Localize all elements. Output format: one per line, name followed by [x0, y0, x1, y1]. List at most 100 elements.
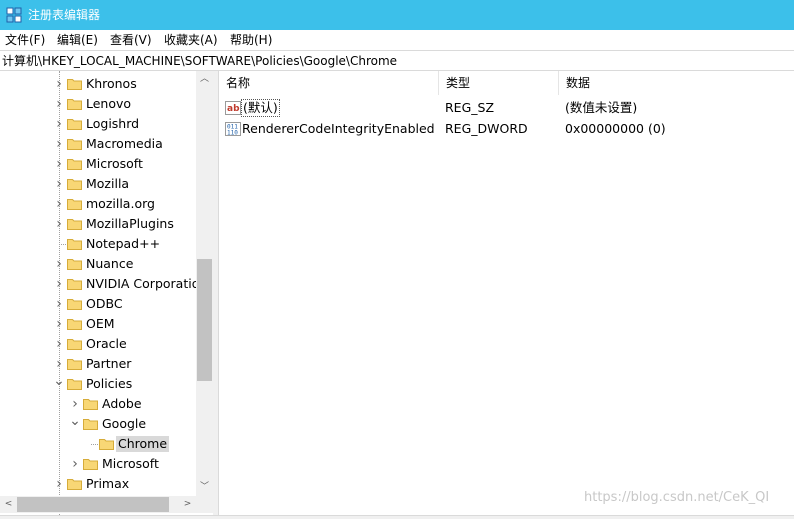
- scroll-thumb-horizontal[interactable]: [17, 497, 169, 512]
- tree-node-label: Partner: [86, 356, 132, 371]
- folder-icon: [83, 457, 98, 470]
- binary-value-icon: 011 110: [225, 122, 241, 137]
- tree-node[interactable]: › Mozilla: [0, 174, 196, 194]
- tree-node[interactable]: › Partner: [0, 354, 196, 374]
- tree-node[interactable]: › ODBC: [0, 294, 196, 314]
- tree-node[interactable]: ⌄ Policies: [0, 374, 196, 394]
- tree-node-label: Nuance: [86, 256, 134, 271]
- value-name[interactable]: RendererCodeIntegrityEnabled: [241, 120, 436, 138]
- chevron-right-icon[interactable]: ›: [53, 297, 65, 311]
- scroll-up-icon[interactable]: ︿: [196, 71, 213, 88]
- chevron-right-icon[interactable]: ›: [53, 337, 65, 351]
- tree-node-label: Macromedia: [86, 136, 163, 151]
- menu-view[interactable]: 查看(V): [108, 31, 154, 49]
- tree-node[interactable]: › Khronos: [0, 74, 196, 94]
- tree-node-label: Adobe: [102, 396, 142, 411]
- tree-node-label: Chrome: [116, 436, 170, 452]
- values-list[interactable]: 名称 类型 数据 ab (默认) REG_SZ (数值未设置) 011 110 …: [218, 71, 794, 515]
- value-data: 0x00000000 (0): [565, 121, 666, 136]
- tree-node[interactable]: ⌄ Google: [0, 414, 196, 434]
- chevron-right-icon[interactable]: ›: [53, 197, 65, 211]
- window-title: 注册表编辑器: [28, 8, 101, 22]
- tree-node[interactable]: › NVIDIA Corporation: [0, 274, 207, 294]
- chevron-right-icon[interactable]: ›: [69, 397, 81, 411]
- tree-node[interactable]: › Microsoft: [0, 154, 196, 174]
- tree-node[interactable]: › OEM: [0, 314, 196, 334]
- tree-connector: [53, 238, 66, 250]
- tree-node-label: ODBC: [86, 296, 123, 311]
- chevron-right-icon[interactable]: ›: [53, 117, 65, 131]
- chevron-right-icon[interactable]: ›: [53, 77, 65, 91]
- chevron-right-icon[interactable]: ›: [53, 137, 65, 151]
- chevron-right-icon[interactable]: ›: [69, 457, 81, 471]
- chevron-down-icon[interactable]: ⌄: [69, 414, 81, 430]
- folder-icon: [67, 217, 82, 230]
- title-bar[interactable]: 注册表编辑器: [0, 0, 794, 30]
- svg-text:ab: ab: [227, 104, 240, 114]
- tree-node-label: Primax: [86, 476, 130, 491]
- value-row[interactable]: ab (默认) REG_SZ (数值未设置): [219, 98, 794, 118]
- chevron-right-icon[interactable]: ›: [53, 157, 65, 171]
- column-header-type[interactable]: 类型: [439, 71, 559, 95]
- address-bar[interactable]: 计算机\HKEY_LOCAL_MACHINE\SOFTWARE\Policies…: [0, 50, 794, 71]
- watermark-text: https://blog.csdn.net/CeK_QI: [584, 490, 770, 505]
- tree-node[interactable]: › Nuance: [0, 254, 196, 274]
- tree-node[interactable]: Chrome: [0, 434, 196, 454]
- folder-icon: [67, 177, 82, 190]
- tree-node[interactable]: › Logishrd: [0, 114, 196, 134]
- chevron-right-icon[interactable]: ›: [53, 277, 65, 291]
- tree-node[interactable]: › Microsoft: [0, 454, 196, 474]
- tree-vertical-scrollbar[interactable]: ︿ ﹀: [196, 71, 213, 496]
- chevron-right-icon[interactable]: ›: [53, 317, 65, 331]
- folder-icon: [67, 237, 82, 250]
- folder-icon: [67, 277, 82, 290]
- tree-node[interactable]: › Lenovo: [0, 94, 196, 114]
- value-row[interactable]: 011 110 RendererCodeIntegrityEnabled REG…: [219, 119, 794, 139]
- chevron-down-icon[interactable]: ⌄: [53, 374, 65, 390]
- scroll-right-icon[interactable]: >: [179, 496, 196, 513]
- tree-node[interactable]: › Oracle: [0, 334, 196, 354]
- menu-help[interactable]: 帮助(H): [228, 31, 274, 49]
- scroll-thumb[interactable]: [197, 259, 212, 381]
- scroll-down-icon[interactable]: ﹀: [196, 479, 213, 496]
- chevron-right-icon[interactable]: ›: [53, 257, 65, 271]
- address-path[interactable]: 计算机\HKEY_LOCAL_MACHINE\SOFTWARE\Policies…: [2, 53, 397, 69]
- menu-file[interactable]: 文件(F): [3, 31, 47, 49]
- chevron-right-icon[interactable]: ›: [53, 477, 65, 491]
- folder-icon: [83, 417, 98, 430]
- chevron-right-icon[interactable]: ›: [53, 97, 65, 111]
- menu-favorites[interactable]: 收藏夹(A): [162, 31, 220, 49]
- tree-node-label: Policies: [86, 376, 133, 391]
- key-tree[interactable]: › Khronos › Lenovo › Logishrd › Macromedia › Micr…: [0, 71, 213, 515]
- scroll-corner: [196, 496, 213, 513]
- registry-editor-icon: [6, 7, 22, 23]
- tree-node[interactable]: › Adobe: [0, 394, 196, 414]
- scroll-left-icon[interactable]: <: [0, 496, 17, 513]
- menu-edit[interactable]: 编辑(E): [55, 31, 100, 49]
- column-header-data[interactable]: 数据: [559, 71, 794, 95]
- folder-icon: [67, 97, 82, 110]
- tree-node[interactable]: › Primax: [0, 474, 196, 494]
- tree-node-label: OEM: [86, 316, 115, 331]
- tree-node-label: NVIDIA Corporation: [86, 276, 208, 291]
- column-header-name[interactable]: 名称: [219, 71, 439, 95]
- tree-node[interactable]: › MozillaPlugins: [0, 214, 196, 234]
- tree-node-label: Lenovo: [86, 96, 132, 111]
- value-name[interactable]: (默认): [241, 99, 280, 117]
- folder-icon: [67, 197, 82, 210]
- tree-connector: [85, 438, 98, 450]
- tree-node-label: Oracle: [86, 336, 127, 351]
- tree-node[interactable]: › Macromedia: [0, 134, 196, 154]
- chevron-right-icon[interactable]: ›: [53, 177, 65, 191]
- chevron-right-icon[interactable]: ›: [53, 357, 65, 371]
- tree-node[interactable]: Notepad++: [0, 234, 196, 254]
- svg-text:110: 110: [227, 130, 238, 137]
- folder-icon: [67, 117, 82, 130]
- status-bar: [0, 515, 794, 519]
- menu-bar: 文件(F) 编辑(E) 查看(V) 收藏夹(A) 帮助(H): [0, 30, 794, 50]
- tree-horizontal-scrollbar[interactable]: < >: [0, 496, 196, 513]
- value-data: (数值未设置): [565, 100, 638, 115]
- folder-icon: [67, 477, 82, 490]
- chevron-right-icon[interactable]: ›: [53, 217, 65, 231]
- tree-node[interactable]: › mozilla.org: [0, 194, 196, 214]
